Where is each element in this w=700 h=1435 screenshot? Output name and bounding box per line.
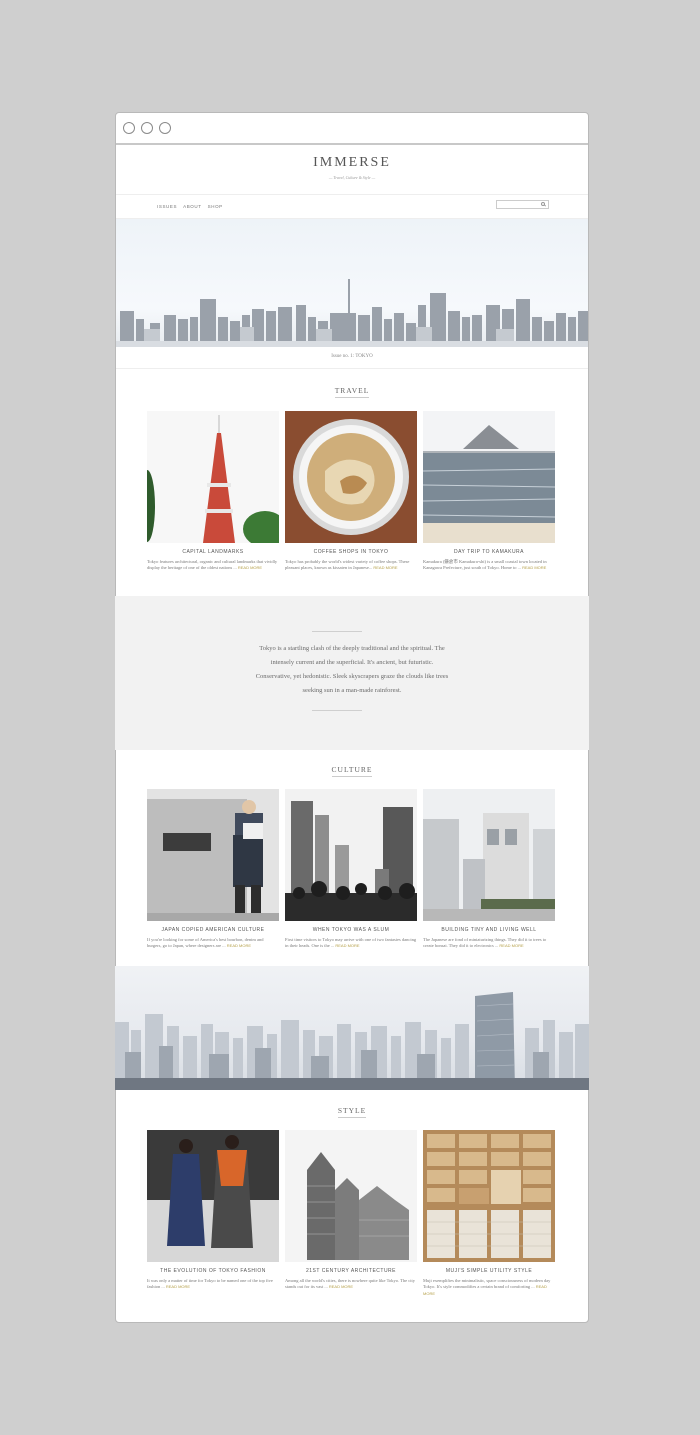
card-coffee-shops[interactable]: COFFEE SHOPS IN TOKYO Tokyo has probably… xyxy=(285,411,417,572)
card-text: The Japanese are fond of miniaturizing t… xyxy=(423,937,547,949)
read-more-link[interactable]: READ MORE xyxy=(373,565,397,570)
card-desc: If you're looking for some of America's … xyxy=(147,937,279,950)
city-panorama-image xyxy=(115,966,589,1090)
quote-bottom-rule xyxy=(312,710,362,711)
card-desc: Muji exemplifies the minimalistic, space… xyxy=(423,1278,555,1297)
site-tagline: — Travel, Culture & Style — xyxy=(328,175,376,180)
card-tokyo-fashion[interactable]: THE EVOLUTION OF TOKYO FASHION It was on… xyxy=(147,1130,279,1297)
read-more-link[interactable]: READ MORE xyxy=(227,943,251,948)
style-title-text: STYLE xyxy=(337,1106,367,1118)
section-title-travel: TRAVEL xyxy=(115,386,589,398)
culture-title-text: CULTURE xyxy=(331,765,373,777)
card-desc: It was only a matter of time for Tokyo t… xyxy=(147,1278,279,1291)
card-desc: Kamakura (鎌倉市 Kamakura-shi) is a small c… xyxy=(423,559,555,572)
window-close-button[interactable] xyxy=(123,122,135,134)
quote-text: Tokyo is a startling clash of the deeply… xyxy=(255,645,449,694)
read-more-link[interactable]: READ MORE xyxy=(522,565,546,570)
man-with-newspaper-image[interactable] xyxy=(147,789,279,921)
tiny-house-image[interactable] xyxy=(423,789,555,921)
tokyo-tower-image[interactable] xyxy=(147,411,279,543)
nav-shop[interactable]: SHOP xyxy=(208,204,223,209)
card-title[interactable]: 21ST CENTURY ARCHITECTURE xyxy=(285,1268,417,1274)
culture-cards: JAPAN COPIED AMERICAN CULTURE If you're … xyxy=(147,789,556,950)
window-minimize-button[interactable] xyxy=(141,122,153,134)
card-title[interactable]: CAPITAL LANDMARKS xyxy=(147,549,279,555)
travel-cards: CAPITAL LANDMARKS Tokyo features archite… xyxy=(147,411,556,572)
search-input[interactable] xyxy=(496,200,549,209)
masthead: IMMERSE — Travel, Culture & Style — xyxy=(116,145,588,195)
quote-band: Tokyo is a startling clash of the deeply… xyxy=(115,596,589,750)
window-maximize-button[interactable] xyxy=(159,122,171,134)
issue-label: Issue no. 1: TOKYO xyxy=(116,347,588,369)
card-title[interactable]: THE EVOLUTION OF TOKYO FASHION xyxy=(147,1268,279,1274)
card-kamakura[interactable]: DAY TRIP TO KAMAKURA Kamakura (鎌倉市 Kamak… xyxy=(423,411,555,572)
section-title-style: STYLE xyxy=(115,1106,589,1118)
nav-issues[interactable]: ISSUES xyxy=(157,204,177,209)
card-american-culture[interactable]: JAPAN COPIED AMERICAN CULTURE If you're … xyxy=(147,789,279,950)
bw-towers-image[interactable] xyxy=(285,789,417,921)
government-building-image[interactable] xyxy=(285,1130,417,1262)
card-title[interactable]: WHEN TOKYO WAS A SLUM xyxy=(285,927,417,933)
read-more-link[interactable]: READ MORE xyxy=(335,943,359,948)
travel-title-text: TRAVEL xyxy=(334,386,370,398)
card-desc: Tokyo has probably the world's widest va… xyxy=(285,559,417,572)
card-desc: First time visitors to Tokyo may arrive … xyxy=(285,937,417,950)
card-title[interactable]: JAPAN COPIED AMERICAN CULTURE xyxy=(147,927,279,933)
nav-about[interactable]: ABOUT xyxy=(183,204,202,209)
card-capital-landmarks[interactable]: CAPITAL LANDMARKS Tokyo features archite… xyxy=(147,411,279,572)
navbar: ISSUES ABOUT SHOP xyxy=(116,195,588,219)
card-title[interactable]: DAY TRIP TO KAMAKURA xyxy=(423,549,555,555)
search-icon[interactable] xyxy=(541,202,545,206)
section-title-culture: CULTURE xyxy=(115,765,589,777)
card-desc: Among all the world's cities, there is n… xyxy=(285,1278,417,1291)
read-more-link[interactable]: READ MORE xyxy=(238,565,262,570)
card-title[interactable]: MUJI'S SIMPLE UTILITY STYLE xyxy=(423,1268,555,1274)
card-tokyo-slum[interactable]: WHEN TOKYO WAS A SLUM First time visitor… xyxy=(285,789,417,950)
card-desc: The Japanese are fond of miniaturizing t… xyxy=(423,937,555,950)
coffee-cup-image[interactable] xyxy=(285,411,417,543)
read-more-link[interactable]: READ MORE xyxy=(499,943,523,948)
card-21st-century-architecture[interactable]: 21ST CENTURY ARCHITECTURE Among all the … xyxy=(285,1130,417,1297)
site-logo[interactable]: IMMERSE xyxy=(116,155,588,171)
card-title[interactable]: BUILDING TINY AND LIVING WELL xyxy=(423,927,555,933)
sea-mountain-image[interactable] xyxy=(423,411,555,543)
kimono-image[interactable] xyxy=(147,1130,279,1262)
browser-chrome xyxy=(116,113,588,145)
style-cards: THE EVOLUTION OF TOKYO FASHION It was on… xyxy=(147,1130,556,1297)
read-more-link[interactable]: READ MORE xyxy=(166,1284,190,1289)
main-nav: ISSUES ABOUT SHOP xyxy=(157,204,223,209)
card-muji-style[interactable]: MUJI'S SIMPLE UTILITY STYLE Muji exempli… xyxy=(423,1130,555,1297)
read-more-link[interactable]: READ MORE xyxy=(329,1284,353,1289)
card-desc: Tokyo features architectural, organic an… xyxy=(147,559,279,572)
card-building-tiny[interactable]: BUILDING TINY AND LIVING WELL The Japane… xyxy=(423,789,555,950)
muji-shelves-image[interactable] xyxy=(423,1130,555,1262)
card-text: Muji exemplifies the minimalistic, space… xyxy=(423,1278,551,1290)
quote-top-rule xyxy=(312,631,362,632)
card-title[interactable]: COFFEE SHOPS IN TOKYO xyxy=(285,549,417,555)
hero-skyline-image xyxy=(116,219,588,347)
